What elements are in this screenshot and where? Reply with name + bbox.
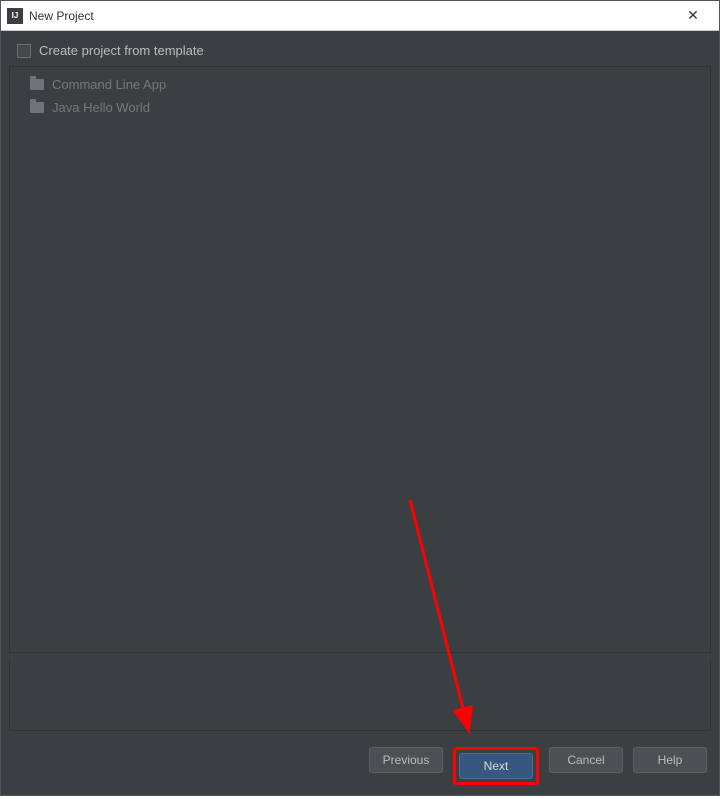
next-button-highlight: Next: [453, 747, 539, 785]
dialog-window: IJ New Project ✕ Create project from tem…: [0, 0, 720, 796]
folder-icon: [30, 102, 44, 113]
previous-button[interactable]: Previous: [369, 747, 443, 773]
template-item-label: Command Line App: [52, 77, 166, 92]
close-icon[interactable]: ✕: [673, 2, 713, 30]
titlebar: IJ New Project ✕: [1, 1, 719, 31]
app-icon: IJ: [7, 8, 23, 24]
titlebar-title: New Project: [29, 9, 673, 23]
template-description-area: [9, 659, 711, 731]
cancel-button[interactable]: Cancel: [549, 747, 623, 773]
template-list: Command Line App Java Hello World: [9, 66, 711, 653]
folder-icon: [30, 79, 44, 90]
create-from-template-checkbox[interactable]: [17, 44, 31, 58]
template-item-command-line-app[interactable]: Command Line App: [10, 73, 710, 96]
template-item-java-hello-world[interactable]: Java Hello World: [10, 96, 710, 119]
button-row: Previous Next Cancel Help: [1, 739, 719, 795]
template-item-label: Java Hello World: [52, 100, 150, 115]
create-from-template-label: Create project from template: [39, 43, 204, 58]
help-button[interactable]: Help: [633, 747, 707, 773]
create-from-template-row[interactable]: Create project from template: [9, 39, 711, 66]
next-button[interactable]: Next: [459, 753, 533, 779]
dialog-content: Create project from template Command Lin…: [1, 31, 719, 739]
